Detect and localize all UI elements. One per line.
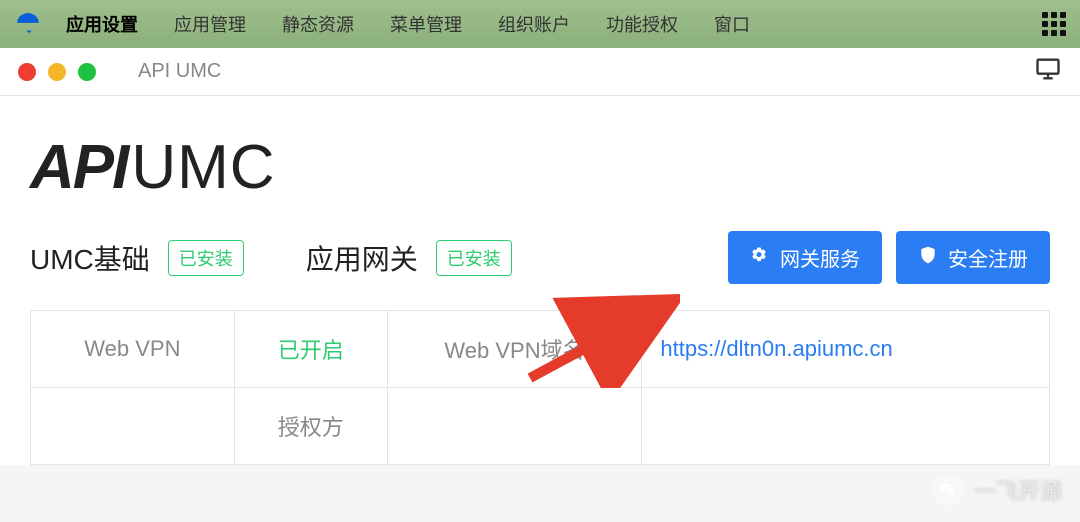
maximize-dot[interactable] — [78, 63, 96, 81]
secure-register-button[interactable]: 安全注册 — [896, 231, 1050, 284]
menu-feature-auth[interactable]: 功能授权 — [592, 5, 692, 43]
cell-webvpn-label: Web VPN — [31, 311, 235, 388]
umbrella-icon[interactable] — [12, 8, 44, 40]
table-row: Web VPN 已开启 Web VPN域名 https://dltn0n.api… — [31, 311, 1050, 388]
brand-logo: APIUMC — [30, 132, 1050, 203]
table-row: 授权方 — [31, 388, 1050, 465]
brand-api: API — [30, 133, 127, 202]
cell-webvpn-status: 已开启 — [234, 311, 387, 388]
cell-empty — [642, 388, 1050, 465]
monitor-icon[interactable] — [1034, 55, 1062, 88]
wechat-icon — [932, 474, 964, 506]
content-area: APIUMC UMC基础 已安装 应用网关 已安装 网关服务 安全注册 Web … — [0, 96, 1080, 465]
close-dot[interactable] — [18, 63, 36, 81]
secure-register-label: 安全注册 — [948, 243, 1028, 272]
top-menubar: 应用设置 应用管理 静态资源 菜单管理 组织账户 功能授权 窗口 — [0, 0, 1080, 48]
cell-webvpn-domain-label: Web VPN域名 — [387, 311, 642, 388]
cell-empty — [387, 388, 642, 465]
umc-basic-label: UMC基础 — [30, 238, 150, 278]
gateway-service-button[interactable]: 网关服务 — [728, 231, 882, 284]
shield-icon — [918, 245, 938, 271]
gears-icon — [750, 245, 770, 271]
umc-basic-status-tag: 已安装 — [168, 240, 244, 276]
app-gateway-label: 应用网关 — [306, 238, 418, 278]
brand-umc: UMC — [131, 133, 275, 202]
menu-static-resources[interactable]: 静态资源 — [268, 5, 368, 43]
menu-app-settings[interactable]: 应用设置 — [52, 5, 152, 43]
menu-org-account[interactable]: 组织账户 — [484, 5, 584, 43]
window-header: API UMC — [0, 48, 1080, 96]
menu-window[interactable]: 窗口 — [700, 5, 764, 43]
gateway-service-label: 网关服务 — [780, 243, 860, 272]
window-title: API UMC — [138, 60, 221, 83]
cell-authorizer-label: 授权方 — [234, 388, 387, 465]
menu-app-manage[interactable]: 应用管理 — [160, 5, 260, 43]
apps-grid-icon[interactable] — [1040, 10, 1068, 38]
app-gateway-status-tag: 已安装 — [436, 240, 512, 276]
info-table: Web VPN 已开启 Web VPN域名 https://dltn0n.api… — [30, 310, 1050, 465]
cell-webvpn-domain-link[interactable]: https://dltn0n.apiumc.cn — [642, 311, 1050, 388]
minimize-dot[interactable] — [48, 63, 66, 81]
cell-empty — [31, 388, 235, 465]
menu-menu-manage[interactable]: 菜单管理 — [376, 5, 476, 43]
status-row: UMC基础 已安装 应用网关 已安装 网关服务 安全注册 — [30, 231, 1050, 284]
watermark-text: 一飞开源 — [974, 474, 1062, 506]
watermark: 一飞开源 — [932, 474, 1062, 506]
